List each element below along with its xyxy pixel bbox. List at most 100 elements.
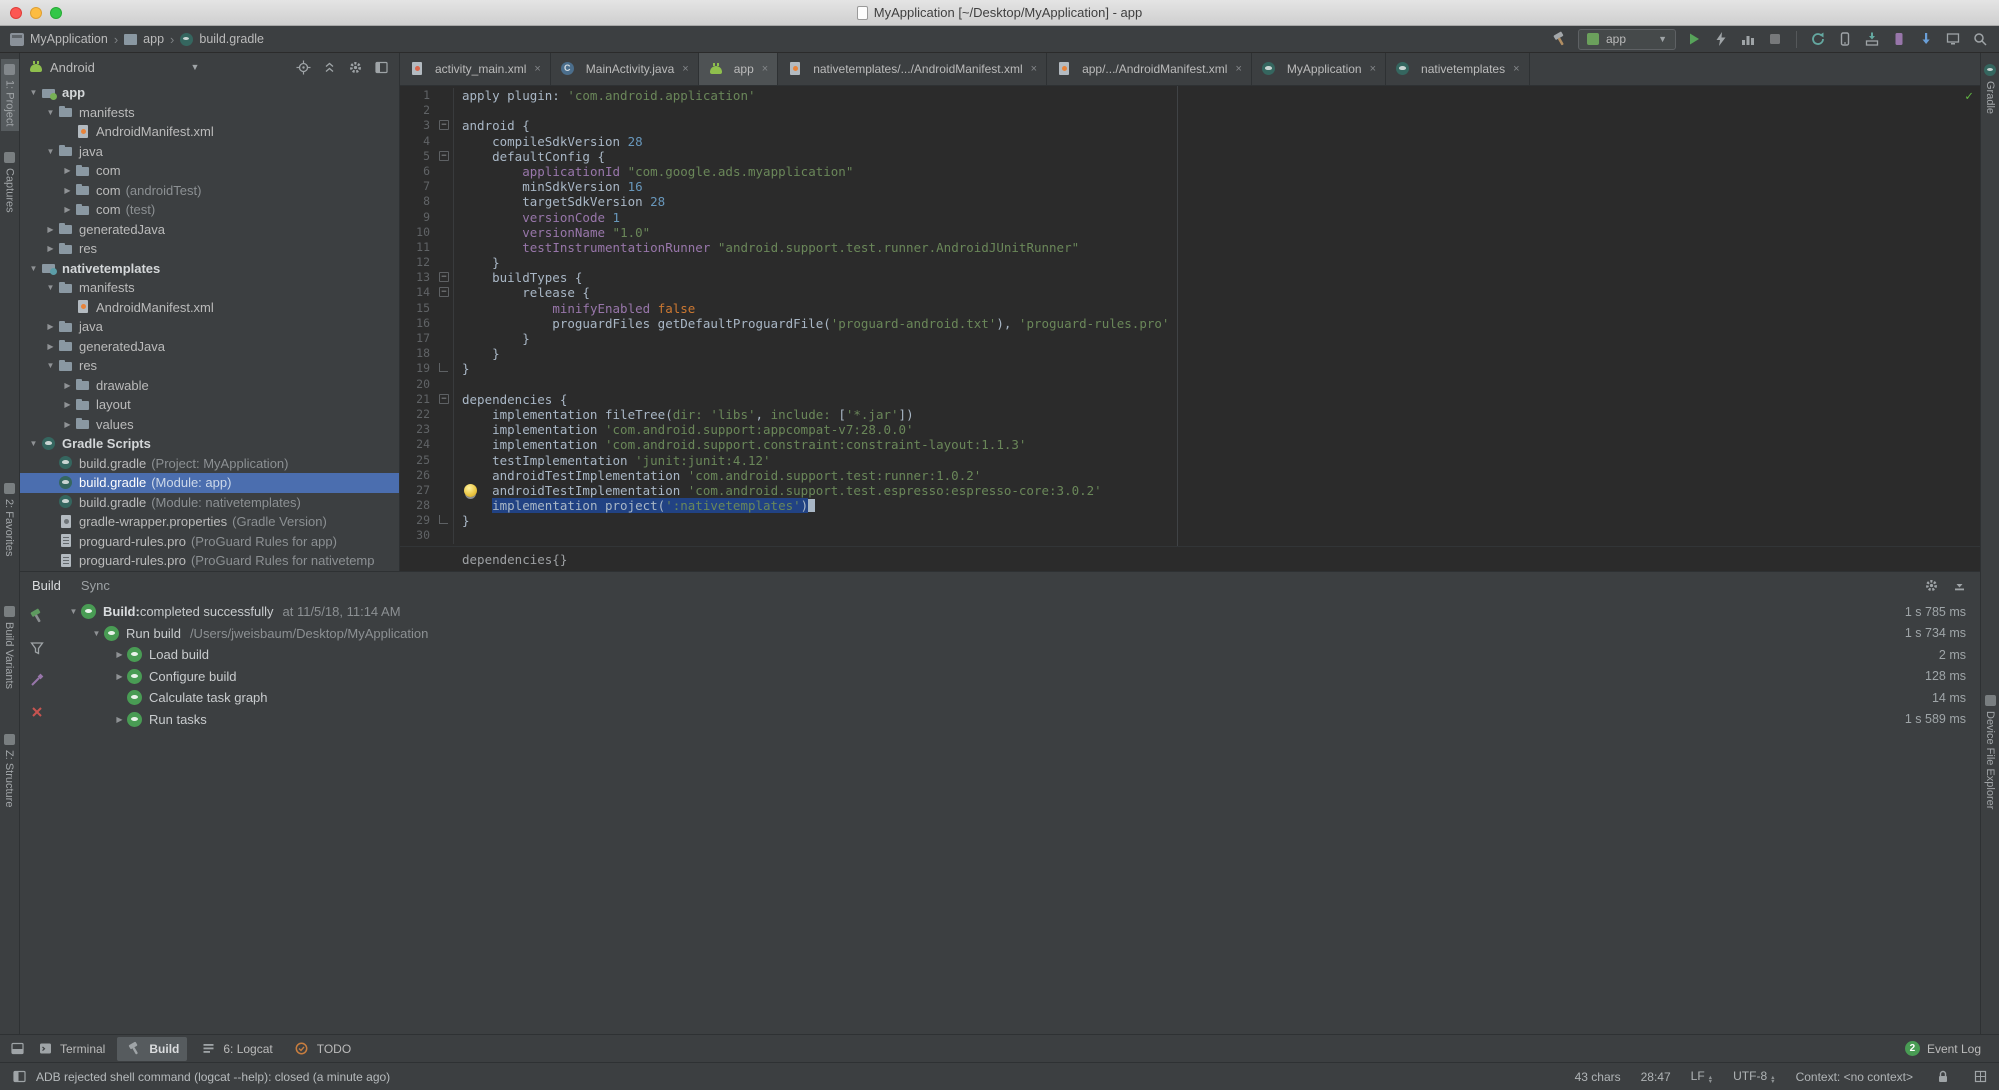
tab-close-icon[interactable]: ×	[1370, 63, 1376, 75]
sdk-manager-icon[interactable]	[1863, 30, 1881, 48]
editor-tab[interactable]: app/.../AndroidManifest.xml ×	[1047, 53, 1252, 85]
tool-button-todo[interactable]: TODO	[285, 1037, 359, 1061]
run-configuration-selector[interactable]: app ▼	[1578, 28, 1676, 50]
expand-arrow-icon[interactable]: ▶	[60, 166, 75, 175]
code-line[interactable]: 10 versionName "1.0"	[400, 224, 1980, 240]
build-row[interactable]: Calculate task graph 14 ms	[54, 687, 1980, 709]
background-tasks-icon[interactable]	[1971, 1068, 1989, 1086]
tree-row[interactable]: ▶ com	[20, 161, 399, 181]
inspections-ok-icon[interactable]: ✓	[1965, 89, 1973, 104]
code-line[interactable]: 4 compileSdkVersion 28	[400, 133, 1980, 149]
tree-row[interactable]: ▶ java	[20, 317, 399, 337]
hide-panel-icon[interactable]	[373, 58, 391, 76]
expand-arrow-icon[interactable]: ▶	[60, 400, 75, 409]
tree-row[interactable]: ▼ manifests	[20, 278, 399, 298]
build-row[interactable]: ▶ Run tasks 1 s 589 ms	[54, 709, 1980, 731]
expand-arrow-icon[interactable]: ▶	[43, 342, 58, 351]
event-log-button[interactable]: 2 Event Log	[1904, 1041, 1981, 1056]
code-line[interactable]: 26 androidTestImplementation 'com.androi…	[400, 467, 1980, 483]
avd-manager-icon[interactable]	[1836, 30, 1854, 48]
tree-row[interactable]: AndroidManifest.xml	[20, 122, 399, 142]
tree-row[interactable]: AndroidManifest.xml	[20, 298, 399, 318]
tree-row[interactable]: ▼ manifests	[20, 103, 399, 123]
tab-close-icon[interactable]: ×	[1235, 63, 1241, 75]
expand-arrow-icon[interactable]: ▶	[60, 381, 75, 390]
minimize-panel-icon[interactable]	[1950, 577, 1968, 595]
tree-row[interactable]: ▶ generatedJava	[20, 220, 399, 240]
tree-row[interactable]: build.gradle (Module: nativetemplates)	[20, 493, 399, 513]
gradle-sync-icon[interactable]	[1809, 30, 1827, 48]
tree-row[interactable]: ▼ nativetemplates	[20, 259, 399, 279]
sync-tab[interactable]: Sync	[81, 578, 110, 593]
collapse-arrow-icon[interactable]: ▼	[26, 264, 41, 273]
code-line[interactable]: 3− android {	[400, 118, 1980, 134]
collapse-arrow-icon[interactable]: ▼	[43, 108, 58, 117]
tab-close-icon[interactable]: ×	[534, 63, 540, 75]
code-line[interactable]: 21− dependencies {	[400, 391, 1980, 407]
code-line[interactable]: 30	[400, 528, 1980, 544]
caret-position[interactable]: 28:47	[1641, 1070, 1671, 1084]
fold-collapse-icon[interactable]: −	[439, 393, 449, 404]
profiler-icon[interactable]	[1739, 30, 1757, 48]
expand-arrow-icon[interactable]: ▶	[112, 650, 127, 659]
build-settings-gear-icon[interactable]	[1922, 577, 1940, 595]
code-line[interactable]: 6 applicationId "com.google.ads.myapplic…	[400, 163, 1980, 180]
code-line[interactable]: 1 apply plugin: 'com.android.application'	[400, 88, 1980, 104]
tool-button-build[interactable]: Build	[117, 1036, 188, 1061]
build-row[interactable]: ▶ Load build 2 ms	[54, 644, 1980, 666]
code-line[interactable]: 25 testImplementation 'junit:junit:4.12'	[400, 452, 1980, 468]
layout-inspector-icon[interactable]	[1944, 30, 1962, 48]
tree-row[interactable]: proguard-rules.pro (ProGuard Rules for na…	[20, 551, 399, 571]
code-line[interactable]: 29}	[400, 513, 1980, 529]
tab-close-icon[interactable]: ×	[1513, 63, 1519, 75]
expand-arrow-icon[interactable]: ▶	[43, 322, 58, 331]
editor-tab[interactable]: app ×	[698, 53, 779, 85]
expand-arrow-icon[interactable]: ▶	[112, 672, 127, 681]
tab-close-icon[interactable]: ×	[762, 63, 768, 75]
code-line[interactable]: 11 testInstrumentationRunner "android.su…	[400, 239, 1980, 256]
collapse-arrow-icon[interactable]: ▼	[66, 607, 81, 616]
code-line[interactable]: 23 implementation 'com.android.support:a…	[400, 422, 1980, 438]
editor-tab[interactable]: activity_main.xml ×	[400, 53, 551, 85]
line-separator-selector[interactable]: LF ▲ ▼	[1691, 1069, 1713, 1085]
tree-row[interactable]: ▶ com (androidTest)	[20, 181, 399, 201]
titlebar[interactable]: MyApplication [~/Desktop/MyApplication] …	[0, 0, 1999, 26]
status-message[interactable]: ADB rejected shell command (logcat --hel…	[36, 1070, 390, 1084]
intention-bulb-icon[interactable]	[464, 484, 477, 497]
code-line[interactable]: 27 androidTestImplementation 'com.androi…	[400, 482, 1980, 499]
restart-build-icon[interactable]	[28, 607, 46, 625]
tree-row[interactable]: ▼ res	[20, 356, 399, 376]
code-line[interactable]: 14− release {	[400, 285, 1980, 301]
readonly-lock-icon[interactable]	[1933, 1068, 1951, 1086]
code-line[interactable]: 15 minifyEnabled false	[400, 300, 1980, 316]
code-line[interactable]: 19}	[400, 361, 1980, 377]
scope-breadcrumb[interactable]: dependencies{}	[462, 552, 567, 567]
project-view-selector[interactable]: Android	[50, 60, 95, 75]
code-line[interactable]: 13− buildTypes {	[400, 270, 1980, 286]
code-line[interactable]: 9 versionCode 1	[400, 209, 1980, 225]
code-line[interactable]: 16 proguardFiles getDefaultProguardFile(…	[400, 315, 1980, 331]
build-row[interactable]: ▼ Build: completed successfully at 11/5/18…	[54, 601, 1980, 623]
code-line[interactable]: 18 }	[400, 346, 1980, 362]
toolwindow-toggle-icon[interactable]	[10, 1068, 28, 1086]
collapse-arrow-icon[interactable]: ▼	[89, 629, 104, 638]
expand-arrow-icon[interactable]: ▶	[60, 205, 75, 214]
tree-row[interactable]: ▶ layout	[20, 395, 399, 415]
tool-button-device-file-explorer[interactable]: Device File Explorer	[1981, 690, 1999, 814]
expand-arrow-icon[interactable]: ▶	[60, 186, 75, 195]
expand-arrow-icon[interactable]: ▶	[60, 420, 75, 429]
tool-button-captures[interactable]: Captures	[1, 147, 19, 218]
run-button[interactable]	[1685, 30, 1703, 48]
encoding-selector[interactable]: UTF-8 ▲ ▼	[1733, 1069, 1775, 1085]
close-build-icon[interactable]	[28, 703, 46, 721]
expand-arrow-icon[interactable]: ▶	[43, 244, 58, 253]
tab-close-icon[interactable]: ×	[1031, 63, 1037, 75]
run-task-wand-icon[interactable]	[28, 671, 46, 689]
tab-close-icon[interactable]: ×	[682, 63, 688, 75]
attach-debugger-icon[interactable]	[1917, 30, 1935, 48]
code-line[interactable]: 20	[400, 376, 1980, 392]
tree-row[interactable]: ▶ res	[20, 239, 399, 259]
tool-button-gradle[interactable]: Gradle	[1981, 59, 1999, 119]
code-line[interactable]: 28 implementation project(':nativetempla…	[400, 498, 1980, 514]
build-tab[interactable]: Build	[32, 578, 61, 593]
